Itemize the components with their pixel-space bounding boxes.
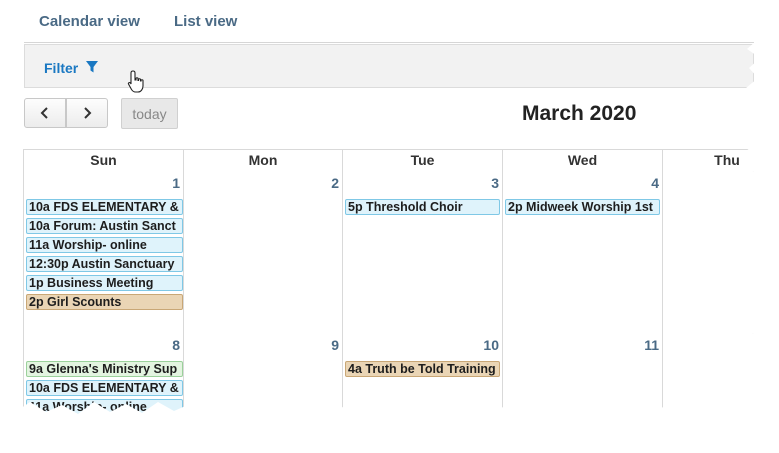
calendar-event[interactable]: 2p Girl Scounts	[26, 294, 183, 310]
calendar-event[interactable]: 1p L	[26, 418, 183, 434]
calendar-event[interactable]: 1p Business Meeting	[26, 275, 183, 291]
calendar-event[interactable]: 2p Midweek Worship 1st	[505, 199, 660, 215]
calendar-event[interactable]: 11a Worship- online	[26, 237, 183, 253]
day-cell-10[interactable]: 10 4a Truth be Told Training	[342, 333, 503, 414]
calendar-event[interactable]: 10a FDS ELEMENTARY &	[26, 380, 183, 396]
day-cell-8[interactable]: 8 9a Glenna's Ministry Sup 10a FDS ELEME…	[23, 333, 184, 434]
filter-button[interactable]: Filter	[44, 60, 78, 76]
filter-bar: Filter	[24, 44, 754, 93]
weekday-header-tue: Tue	[342, 149, 503, 172]
day-cell-12[interactable]	[662, 333, 760, 414]
day-number[interactable]: 3	[491, 175, 499, 191]
day-number[interactable]: 2	[331, 175, 339, 191]
day-number[interactable]: 11	[644, 337, 659, 353]
funnel-icon[interactable]	[85, 60, 99, 74]
calendar-event[interactable]: 10a FDS ELEMENTARY &	[26, 199, 183, 215]
weekday-header-mon: Mon	[183, 149, 343, 172]
day-number[interactable]: 1	[172, 175, 180, 191]
prev-month-button[interactable]	[24, 98, 66, 128]
calendar-event[interactable]: 4a Truth be Told Training	[345, 361, 500, 377]
next-month-button[interactable]	[66, 98, 108, 128]
hand-cursor-icon	[127, 70, 144, 93]
weekday-header-wed: Wed	[502, 149, 663, 172]
tab-list-view[interactable]: List view	[174, 13, 237, 30]
tab-calendar-view[interactable]: Calendar view	[39, 13, 140, 30]
day-number[interactable]: 10	[483, 337, 499, 353]
calendar-event[interactable]: 10a Forum: Austin Sanct	[26, 218, 183, 234]
day-number[interactable]: 4	[651, 175, 659, 191]
chevron-right-icon	[84, 107, 92, 119]
chevron-left-icon	[40, 107, 48, 119]
day-number[interactable]: 9	[331, 337, 339, 353]
calendar-event[interactable]: 12:30p Austin Sanctuary	[26, 256, 183, 272]
calendar-event[interactable]: 9a Glenna's Ministry Sup	[26, 361, 183, 377]
day-cell-1[interactable]: 1 10a FDS ELEMENTARY & 10a Forum: Austin…	[23, 171, 184, 334]
weekday-header-sun: Sun	[23, 149, 184, 172]
weekday-header-thu: Thu	[662, 149, 760, 172]
day-cell-2[interactable]: 2	[183, 171, 343, 334]
day-cell-9[interactable]: 9	[183, 333, 343, 414]
today-button[interactable]: today	[121, 98, 178, 129]
view-tabs: Calendar view List view	[24, 0, 754, 43]
day-cell-3[interactable]: 3 5p Threshold Choir	[342, 171, 503, 334]
day-cell-5[interactable]	[662, 171, 760, 334]
day-cell-4[interactable]: 4 2p Midweek Worship 1st	[502, 171, 663, 334]
day-cell-11[interactable]: 11	[502, 333, 663, 414]
month-title: March 2020	[522, 102, 637, 125]
calendar-event[interactable]: 5p Threshold Choir	[345, 199, 500, 215]
calendar-event[interactable]: 11a Worship- online	[26, 399, 183, 414]
calendar-page: Calendar view List view Filter today Mar…	[0, 0, 760, 434]
day-number[interactable]: 8	[172, 337, 180, 353]
